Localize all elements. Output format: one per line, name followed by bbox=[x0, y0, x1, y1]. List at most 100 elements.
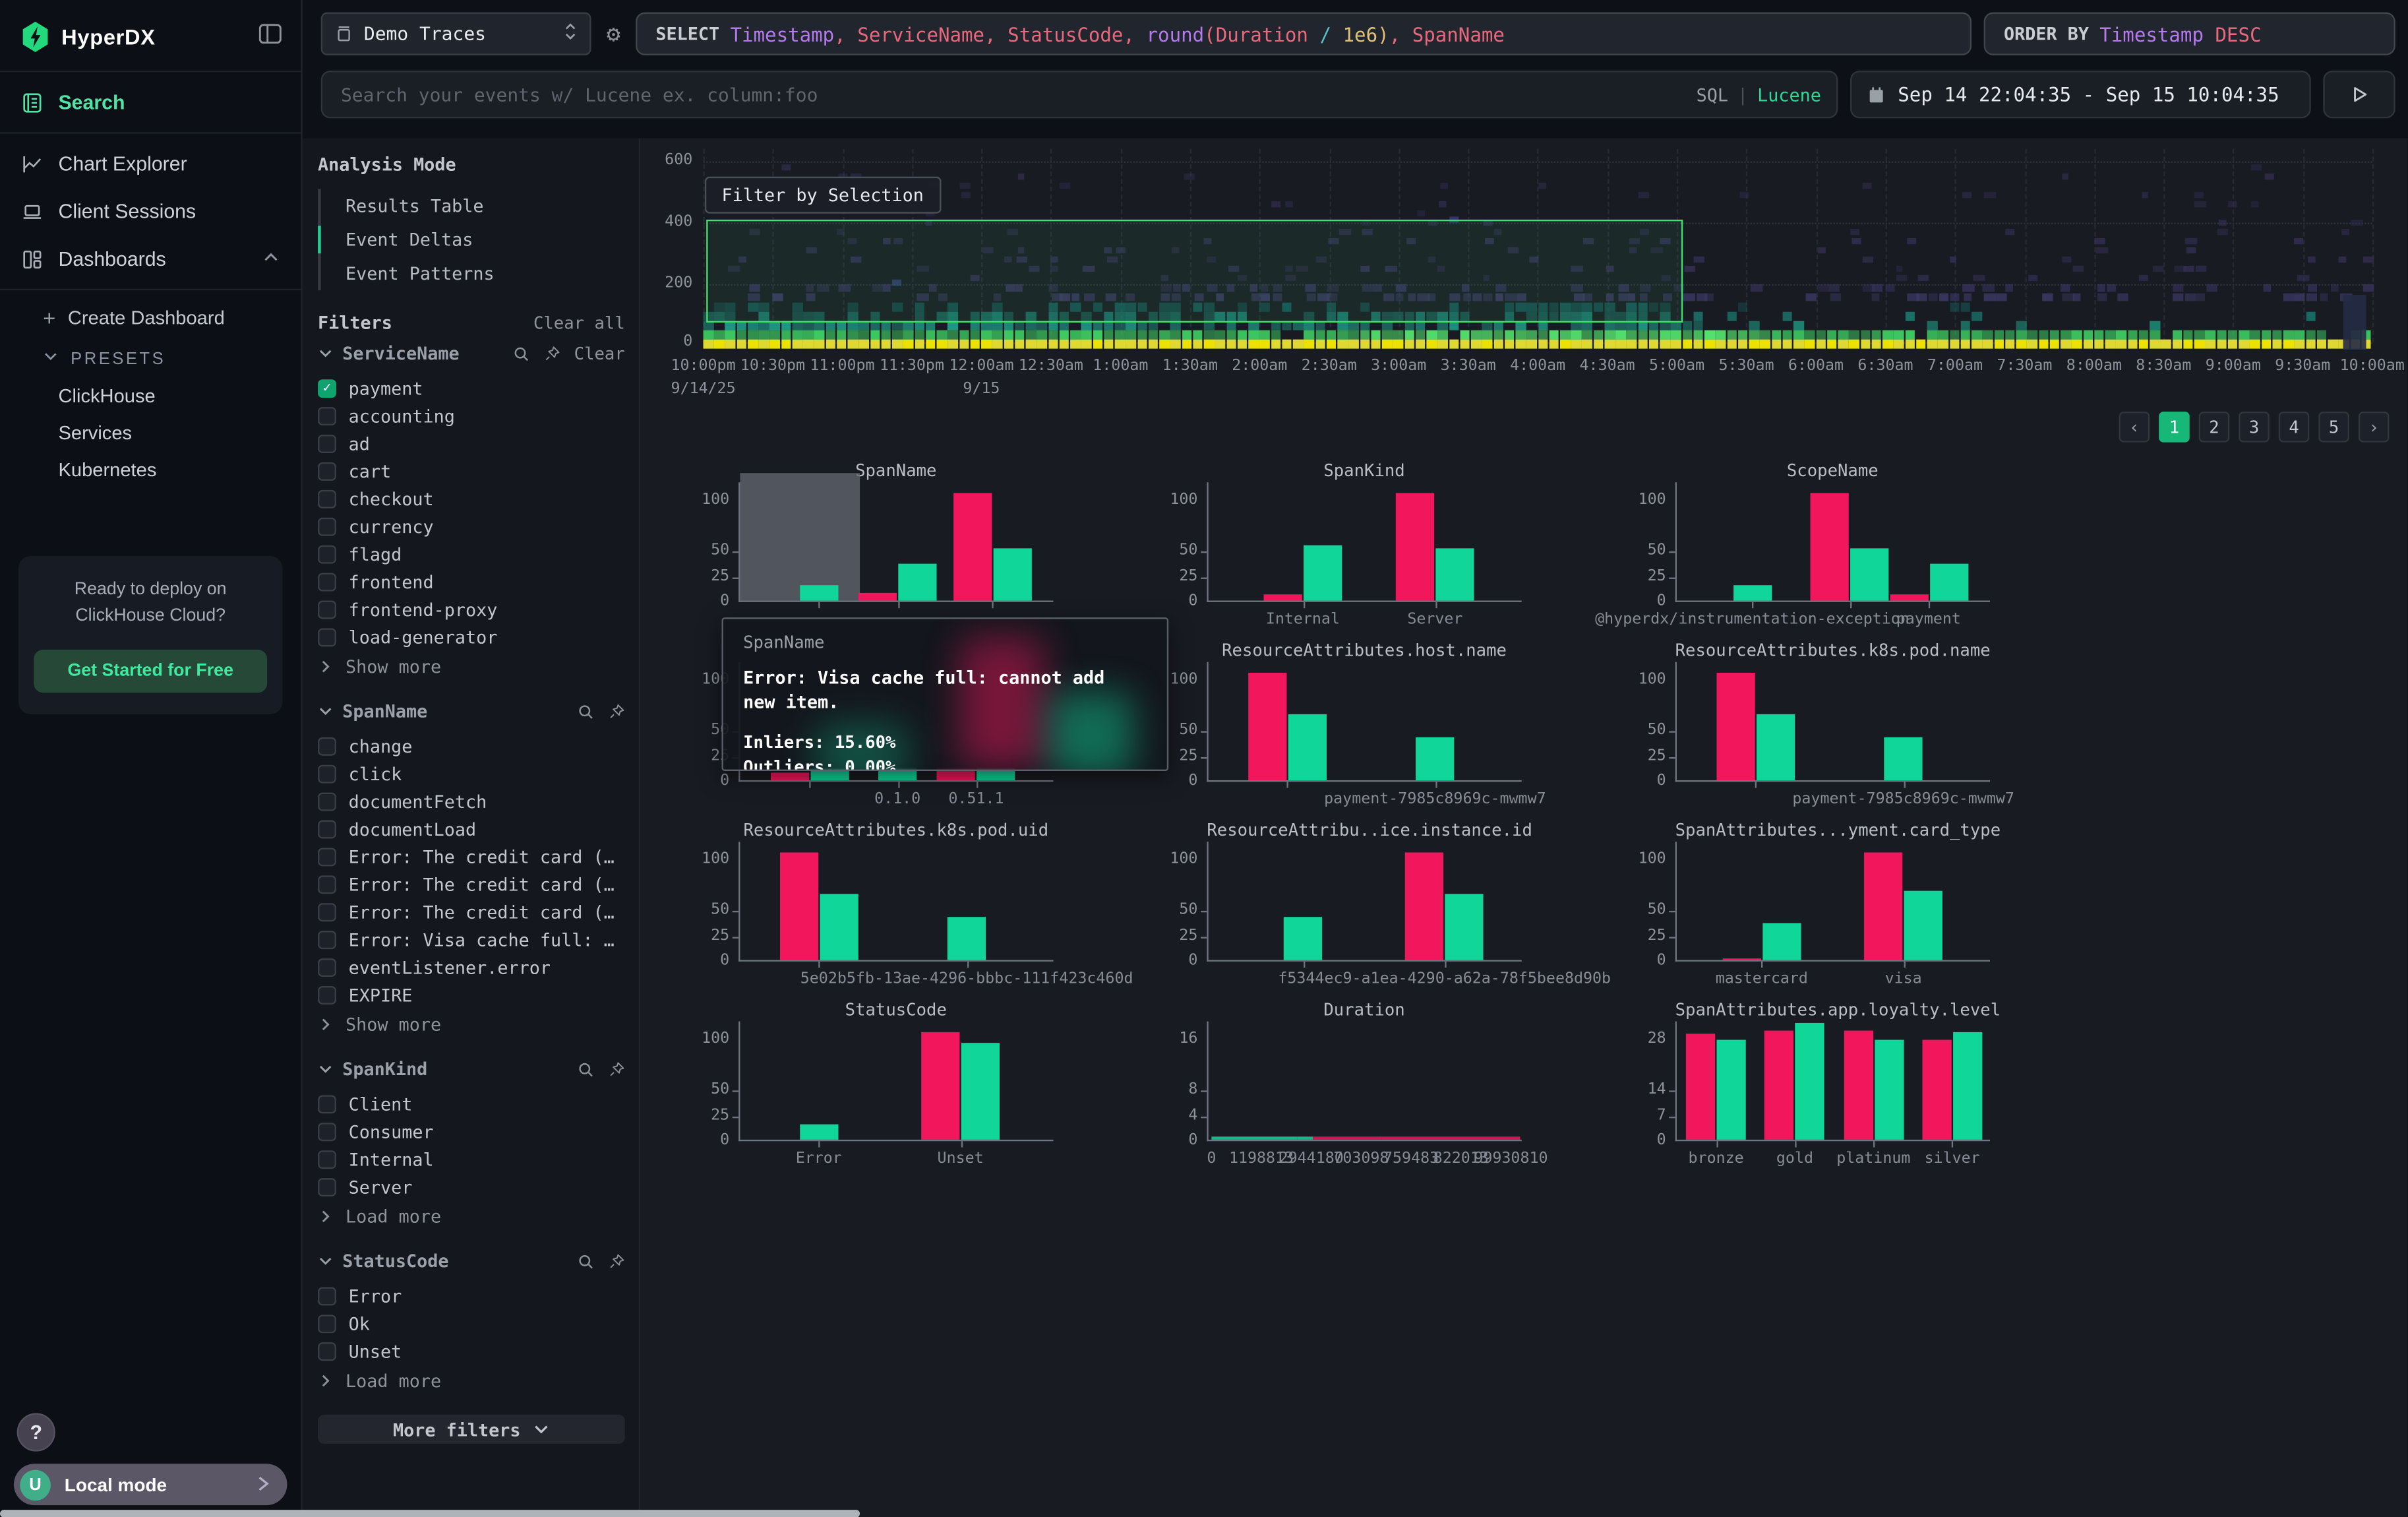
page-button-2[interactable]: 2 bbox=[2199, 412, 2230, 443]
local-mode-menu[interactable]: U Local mode bbox=[14, 1464, 287, 1505]
filter-option-client[interactable]: Client bbox=[318, 1090, 625, 1118]
chart-plot[interactable]: mastercardvisa bbox=[1675, 842, 1990, 962]
order-by-box[interactable]: ORDER BY Timestamp DESC bbox=[1984, 13, 2395, 55]
filter-checkbox[interactable] bbox=[318, 986, 336, 1005]
filter-section-name[interactable]: StatusCode bbox=[342, 1251, 448, 1272]
filter-option-documentload[interactable]: documentLoad bbox=[318, 816, 625, 844]
chart-plot[interactable]: payment-7985c8969c-mwmw7 bbox=[1675, 662, 1990, 782]
filter-checkbox[interactable] bbox=[318, 1095, 336, 1113]
filter-checkbox[interactable] bbox=[318, 958, 336, 977]
filter-option-load-generator[interactable]: load-generator bbox=[318, 623, 625, 651]
filter-option-internal[interactable]: Internal bbox=[318, 1146, 625, 1173]
search-input[interactable] bbox=[338, 82, 1696, 107]
filter-option-cart[interactable]: cart bbox=[318, 458, 625, 485]
filter-option-unset[interactable]: Unset bbox=[318, 1338, 625, 1365]
chart-plot[interactable]: 5e02b5fb-13ae-4296-bbbc-111f423c460d bbox=[738, 842, 1053, 962]
more-filters-button[interactable]: More filters bbox=[318, 1415, 625, 1444]
filter-option-error[interactable]: Error bbox=[318, 1282, 625, 1310]
run-query-button[interactable] bbox=[2323, 71, 2395, 118]
filter-section-name[interactable]: SpanKind bbox=[342, 1058, 427, 1080]
page-prev-button[interactable]: ‹ bbox=[2119, 412, 2150, 443]
filter-checkbox[interactable] bbox=[318, 435, 336, 453]
sidebar-collapse-icon[interactable] bbox=[258, 22, 282, 53]
horizontal-scrollbar[interactable] bbox=[0, 1510, 860, 1517]
analysis-mode-option-results-table[interactable]: Results Table bbox=[321, 189, 625, 222]
chart-plot[interactable]: ErrorUnset bbox=[738, 1022, 1053, 1142]
show-more-link[interactable]: Show more bbox=[318, 1009, 625, 1040]
filter-checkbox[interactable] bbox=[318, 903, 336, 921]
filter-option-error-the-credit-card-[interactable]: Error: The credit card (… bbox=[318, 898, 625, 926]
filter-option-ad[interactable]: ad bbox=[318, 430, 625, 458]
filter-option-error-visa-cache-full-[interactable]: Error: Visa cache full: … bbox=[318, 926, 625, 954]
search-icon[interactable] bbox=[578, 1253, 595, 1270]
page-button-5[interactable]: 5 bbox=[2318, 412, 2349, 443]
analysis-mode-option-event-patterns[interactable]: Event Patterns bbox=[321, 257, 625, 290]
filter-checkbox[interactable] bbox=[318, 1150, 336, 1169]
load-more-link[interactable]: Load more bbox=[318, 1365, 625, 1396]
filter-option-click[interactable]: click bbox=[318, 760, 625, 788]
filter-checkbox[interactable] bbox=[318, 518, 336, 536]
filter-option-accounting[interactable]: accounting bbox=[318, 402, 625, 430]
chevron-down-icon[interactable] bbox=[318, 1061, 333, 1076]
sidebar-item-chart-explorer[interactable]: Chart Explorer bbox=[0, 140, 301, 187]
chevron-up-icon[interactable] bbox=[262, 247, 280, 270]
sidebar-item-clickhouse[interactable]: ClickHouse bbox=[0, 378, 301, 415]
filter-checkbox[interactable] bbox=[318, 490, 336, 509]
show-more-link[interactable]: Show more bbox=[318, 651, 625, 682]
filter-checkbox[interactable] bbox=[318, 1315, 336, 1333]
chart-plot[interactable]: 0119881329441807030987594838220139993081… bbox=[1207, 1022, 1521, 1142]
page-button-3[interactable]: 3 bbox=[2239, 412, 2270, 443]
sidebar-item-kubernetes[interactable]: Kubernetes bbox=[0, 452, 301, 489]
date-range-picker[interactable]: Sep 14 22:04:35 - Sep 15 10:04:35 bbox=[1850, 71, 2311, 118]
search-icon[interactable] bbox=[578, 702, 595, 720]
filter-checkbox[interactable] bbox=[318, 628, 336, 646]
filter-option-ok[interactable]: Ok bbox=[318, 1310, 625, 1338]
search-icon[interactable] bbox=[578, 1061, 595, 1078]
filter-option-payment[interactable]: ✓payment bbox=[318, 375, 625, 402]
get-started-button[interactable]: Get Started for Free bbox=[34, 649, 267, 692]
heatmap-selection[interactable] bbox=[706, 220, 1683, 323]
filter-checkbox[interactable] bbox=[318, 1287, 336, 1305]
filter-option-error-the-credit-card-[interactable]: Error: The credit card (… bbox=[318, 843, 625, 871]
filter-checkbox[interactable] bbox=[318, 462, 336, 481]
pin-icon[interactable] bbox=[608, 1061, 625, 1078]
chart-plot[interactable]: bronzegoldplatinumsilver bbox=[1675, 1022, 1990, 1142]
filter-checkbox[interactable] bbox=[318, 1178, 336, 1196]
clear-filter-button[interactable]: Clear bbox=[574, 343, 625, 363]
filter-checkbox[interactable] bbox=[318, 931, 336, 949]
analysis-mode-option-event-deltas[interactable]: Event Deltas bbox=[321, 223, 625, 257]
chevron-down-icon[interactable] bbox=[318, 704, 333, 719]
source-select[interactable]: Demo Traces bbox=[321, 13, 591, 55]
select-query-box[interactable]: SELECT Timestamp, ServiceName, StatusCod… bbox=[636, 13, 1972, 55]
sidebar-item-services[interactable]: Services bbox=[0, 415, 301, 452]
filter-checkbox[interactable] bbox=[318, 820, 336, 839]
chart-plot[interactable] bbox=[738, 482, 1053, 602]
help-button[interactable]: ? bbox=[17, 1413, 55, 1451]
filter-option-eventlistener-error[interactable]: eventListener.error bbox=[318, 954, 625, 981]
filter-option-flagd[interactable]: flagd bbox=[318, 541, 625, 569]
page-next-button[interactable]: › bbox=[2359, 412, 2390, 443]
filter-option-checkout[interactable]: checkout bbox=[318, 485, 625, 513]
lucene-toggle[interactable]: Lucene bbox=[1757, 84, 1821, 106]
filter-option-frontend[interactable]: frontend bbox=[318, 569, 625, 596]
pin-icon[interactable] bbox=[608, 702, 625, 720]
search-icon[interactable] bbox=[512, 345, 529, 362]
filter-option-currency[interactable]: currency bbox=[318, 513, 625, 541]
load-more-link[interactable]: Load more bbox=[318, 1201, 625, 1232]
sidebar-item-search[interactable]: Search bbox=[0, 78, 301, 126]
filter-section-name[interactable]: SpanName bbox=[342, 700, 427, 722]
filter-checkbox[interactable] bbox=[318, 1342, 336, 1361]
presets-toggle[interactable]: PRESETS bbox=[0, 340, 301, 378]
filter-checkbox[interactable] bbox=[318, 1123, 336, 1141]
filter-checkbox[interactable] bbox=[318, 765, 336, 784]
page-button-1[interactable]: 1 bbox=[2159, 412, 2190, 443]
filter-option-expire[interactable]: EXPIRE bbox=[318, 981, 625, 1009]
filter-by-selection-button[interactable]: Filter by Selection bbox=[705, 177, 941, 214]
chart-plot[interactable]: f5344ec9-a1ea-4290-a62a-78f5bee8d90b bbox=[1207, 842, 1521, 962]
sql-toggle[interactable]: SQL bbox=[1697, 84, 1728, 106]
filter-option-server[interactable]: Server bbox=[318, 1173, 625, 1201]
chevron-down-icon[interactable] bbox=[318, 1253, 333, 1268]
filter-option-error-the-credit-card-[interactable]: Error: The credit card (… bbox=[318, 871, 625, 898]
filter-checkbox[interactable] bbox=[318, 737, 336, 756]
chevron-down-icon[interactable] bbox=[318, 346, 333, 361]
